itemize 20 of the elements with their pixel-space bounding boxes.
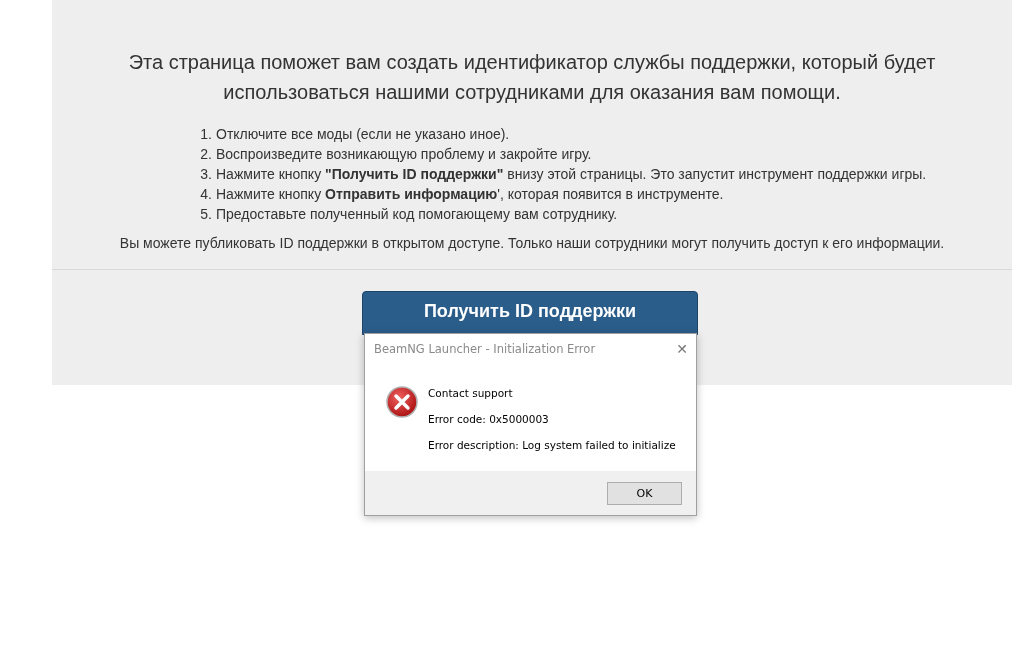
step-text: Воспроизведите возникающую проблему и закройте игру.	[216, 145, 592, 164]
error-message: Error description: Log system failed to initialize	[428, 438, 676, 452]
step-number: 1.	[200, 125, 212, 144]
support-id-button[interactable]: Получить ID поддержки	[362, 291, 698, 335]
error-icon	[386, 386, 418, 418]
error-message: Contact support	[428, 386, 514, 400]
step-text: Отключите все моды (если не указано иное).	[216, 125, 510, 144]
step-text: Нажмите кнопку "Получить ID поддержки" внизу этой страницы. Это запустит инструмент поддержки игры.	[216, 165, 927, 184]
close-button[interactable]: ✕	[676, 341, 688, 357]
ok-button[interactable]: OK	[607, 481, 682, 505]
step-text: Предоставьте полученный код помогающему вам сотруднику.	[216, 205, 618, 224]
dialog-title: BeamNG Launcher - Initialization Error	[374, 342, 596, 356]
error-message: Error code: 0x5000003	[428, 412, 550, 426]
note-text: Вы можете публиковать ID поддержки в открытом доступе. Только наши сотрудники могут получить доступ к его информации.	[119, 234, 945, 253]
step-number: 2.	[200, 145, 212, 164]
step-number: 3.	[200, 165, 212, 184]
intro-text: Эта страница поможет вам создать идентификатор службы поддержки, который будет использоваться нашими сотрудниками для оказания вам помощи.	[127, 50, 937, 105]
step-number: 5.	[200, 205, 212, 224]
step-text: Нажмите кнопку Отправить информацию', которая появится в инструменте.	[216, 185, 724, 204]
step-number: 4.	[200, 185, 212, 204]
